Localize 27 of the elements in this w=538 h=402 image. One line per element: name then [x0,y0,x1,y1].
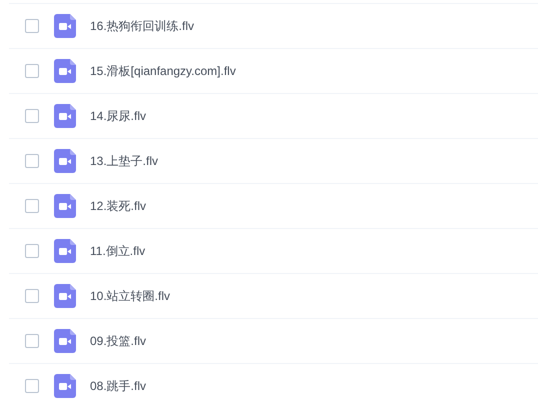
file-name[interactable]: 11.倒立.flv [90,242,146,260]
checkbox[interactable] [25,244,39,258]
checkbox[interactable] [25,19,39,33]
video-file-icon [54,104,76,128]
checkbox[interactable] [25,154,39,168]
file-name[interactable]: 09.投篮.flv [90,332,146,350]
video-file-icon [54,284,76,308]
video-file-icon [54,59,76,83]
file-name[interactable]: 15.滑板[qianfangzy.com].flv [90,62,236,80]
video-file-icon [54,194,76,218]
checkbox[interactable] [25,199,39,213]
video-file-icon [54,14,76,38]
checkbox[interactable] [25,64,39,78]
file-name[interactable]: 08.跳手.flv [90,377,146,395]
file-name[interactable]: 16.热狗衔回训练.flv [90,17,194,35]
file-name[interactable]: 13.上垫子.flv [90,152,158,170]
file-name[interactable]: 14.尿尿.flv [90,107,146,125]
file-name[interactable]: 10.站立转圈.flv [90,287,170,305]
video-file-icon [54,239,76,263]
video-file-icon [54,149,76,173]
file-name[interactable]: 12.装死.flv [90,197,146,215]
video-file-icon [54,329,76,353]
checkbox[interactable] [25,109,39,123]
checkbox[interactable] [25,289,39,303]
video-file-icon [54,374,76,398]
checkbox[interactable] [25,334,39,348]
checkbox[interactable] [25,379,39,393]
